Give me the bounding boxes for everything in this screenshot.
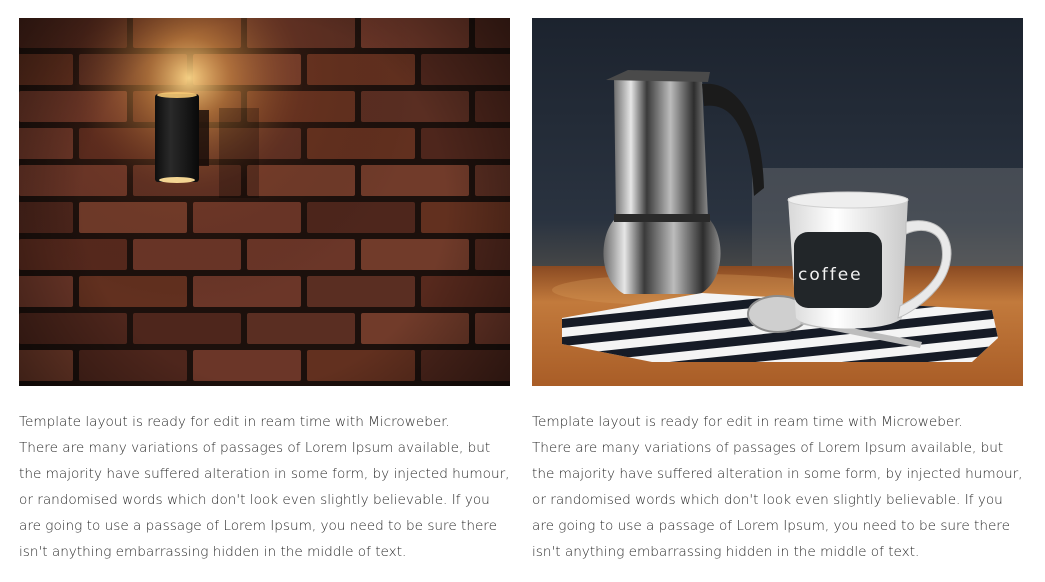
content-column-left: Template layout is ready for edit in rea… — [19, 18, 510, 565]
text-line: the majority have suffered alteration in… — [19, 466, 510, 482]
text-line: or randomised words which don't look eve… — [532, 492, 1003, 508]
column-left-text: Template layout is ready for edit in rea… — [19, 409, 511, 565]
text-line: are going to use a passage of Lorem Ipsu… — [19, 518, 497, 534]
coffee-cup-image[interactable]: coffee — [532, 18, 1023, 386]
content-column-right: coffee Template layout is ready for edit… — [532, 18, 1023, 565]
wall-lamp — [155, 94, 199, 182]
text-line: Template layout is ready for edit in rea… — [19, 414, 450, 430]
text-line: There are many variations of passages of… — [532, 440, 1004, 456]
text-line: or randomised words which don't look eve… — [19, 492, 490, 508]
cup-label: coffee — [798, 265, 863, 285]
text-line: the majority have suffered alteration in… — [532, 466, 1023, 482]
text-line: Template layout is ready for edit in rea… — [532, 414, 963, 430]
text-line: isn't anything embarrassing hidden in th… — [532, 544, 920, 560]
brick-wall-lamp-image[interactable] — [19, 18, 510, 386]
brick-wall-illustration — [19, 18, 510, 386]
text-line: isn't anything embarrassing hidden in th… — [19, 544, 407, 560]
text-line: are going to use a passage of Lorem Ipsu… — [532, 518, 1010, 534]
column-right-text: Template layout is ready for edit in rea… — [532, 409, 1024, 565]
text-line: There are many variations of passages of… — [19, 440, 491, 456]
coffee-illustration: coffee — [532, 18, 1023, 386]
